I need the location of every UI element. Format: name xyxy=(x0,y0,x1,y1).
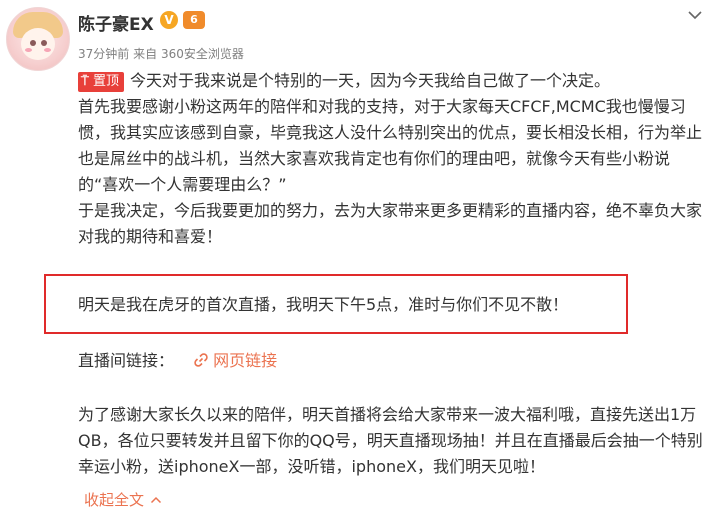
source-prefix: 来自 xyxy=(133,47,158,61)
post-meta: 37分钟前 来自 360安全浏览器 xyxy=(78,45,244,62)
stream-link-label: 直播间链接： xyxy=(78,351,175,370)
post-body-paragraph: 首先我要感谢小粉这两年的陪伴和对我的支持，对于大家每天CFCF,MCMC我也慢慢… xyxy=(78,97,703,194)
avatar-face xyxy=(21,28,55,60)
username[interactable]: 陈子豪EX xyxy=(78,10,154,35)
post-time[interactable]: 37分钟前 xyxy=(78,47,129,61)
avatar-blush xyxy=(25,48,32,52)
stream-link-row: 直播间链接： 网页链接 xyxy=(78,347,277,371)
post-body-paragraph: 于是我决定，今后我要更加的努力，去为大家带来更多更精彩的直播内容，绝不辜负大家对… xyxy=(78,201,703,246)
avatar-blush xyxy=(44,48,51,52)
avatar-eye xyxy=(41,40,47,46)
pin-badge: ⍑ 置顶 xyxy=(78,72,125,92)
web-link-text[interactable]: 网页链接 xyxy=(213,351,277,370)
post-source[interactable]: 360安全浏览器 xyxy=(161,47,244,61)
collapse-label[interactable]: 收起全文 xyxy=(84,491,144,509)
chevron-up-icon xyxy=(150,496,162,504)
level-icon: 6 xyxy=(183,11,205,29)
web-link[interactable]: 网页链接 xyxy=(193,351,277,370)
verified-icon: V xyxy=(160,11,178,29)
post-content: ⍑ 置顶 今天对于我来说是个特别的一天，因为今天我给自己做了一个决定。 首先我要感谢… xyxy=(78,68,708,250)
avatar-eye xyxy=(30,40,36,46)
chevron-down-icon[interactable] xyxy=(686,8,704,22)
collapse-button[interactable]: 收起全文 xyxy=(84,489,162,510)
pin-icon: ⍑ xyxy=(81,74,89,89)
post-body-paragraph: 为了感谢大家长久以来的陪伴，明天首播将会给大家带来一波大福利哦，直接先送出1万Q… xyxy=(78,405,703,476)
link-icon xyxy=(194,353,208,367)
highlight-text: 明天是我在虎牙的首次直播，我明天下午5点，准时与你们不见不散！ xyxy=(78,295,569,314)
post-intro: ⍑ 置顶 今天对于我来说是个特别的一天，因为今天我给自己做了一个决定。 xyxy=(78,68,708,94)
avatar[interactable] xyxy=(6,7,70,71)
